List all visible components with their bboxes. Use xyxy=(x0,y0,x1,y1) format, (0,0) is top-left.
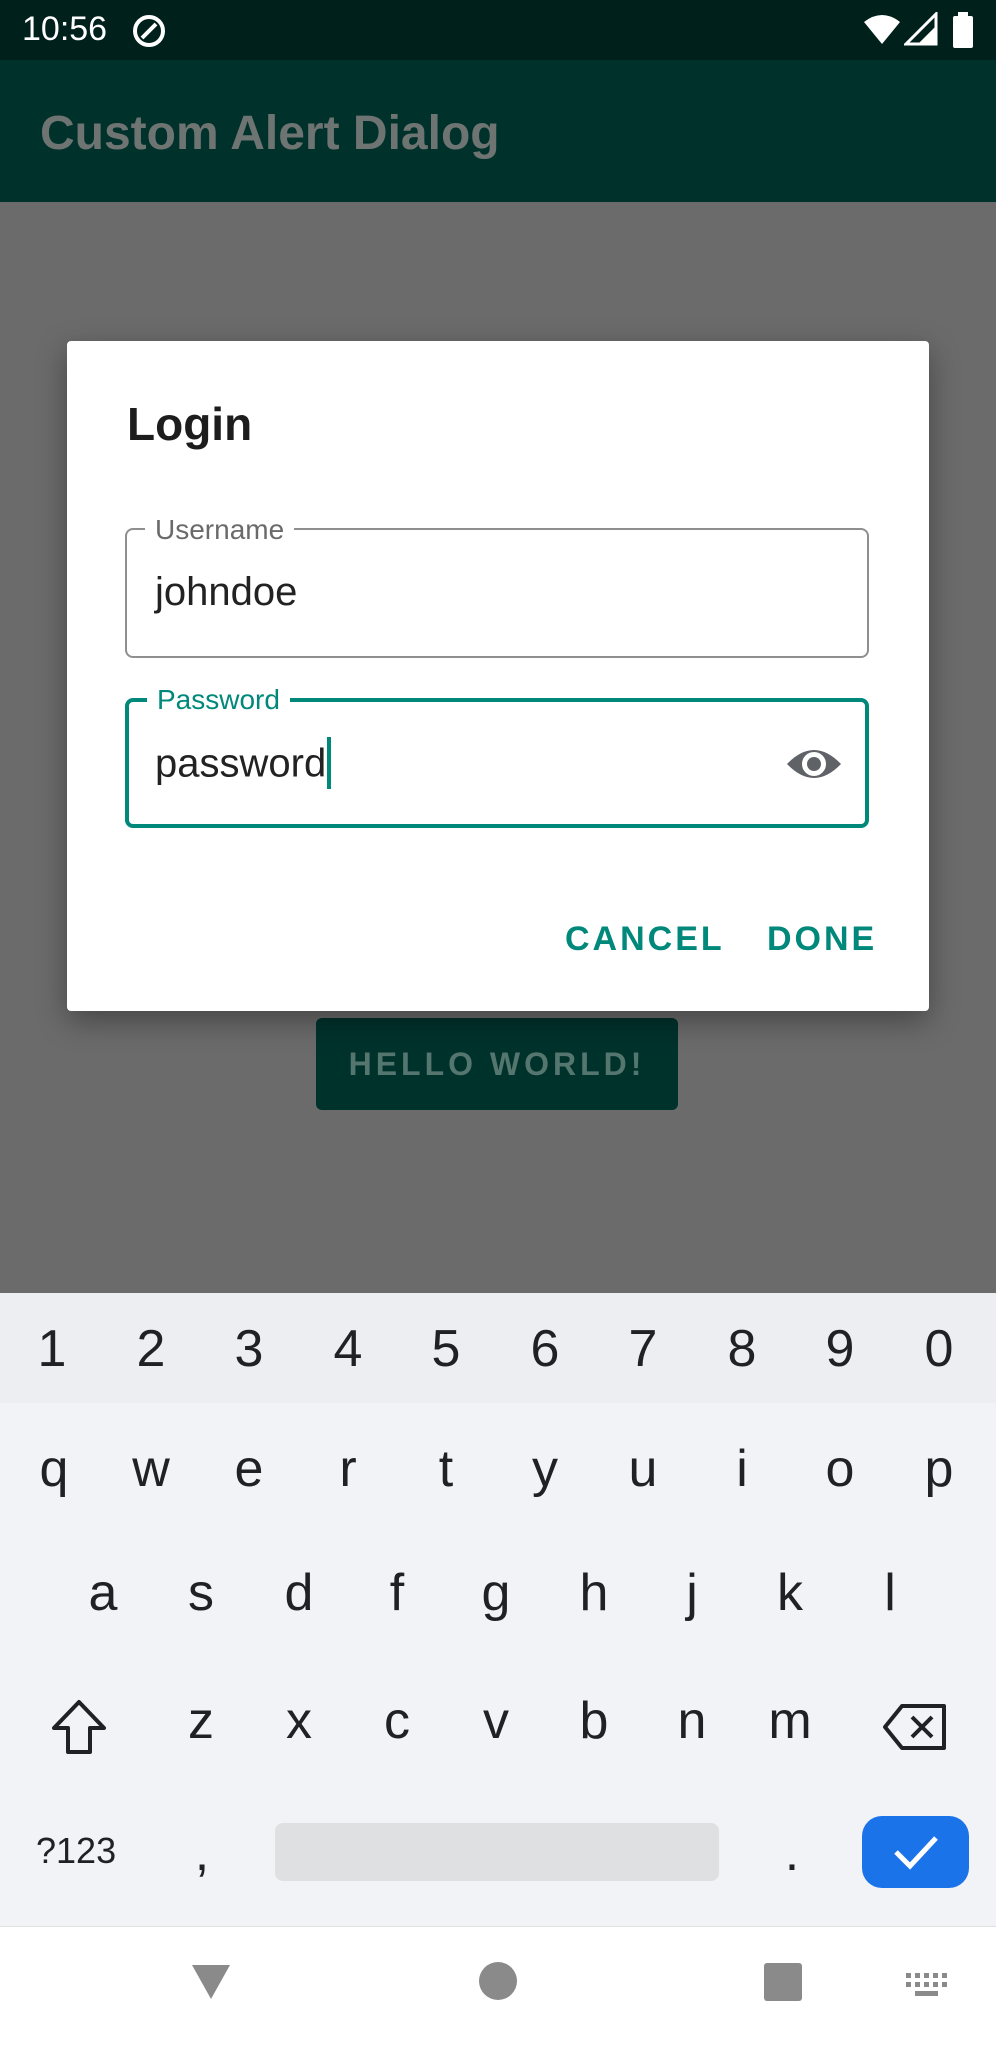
key-t[interactable]: t xyxy=(406,1439,486,1499)
key-5[interactable]: 5 xyxy=(406,1319,486,1379)
password-label: Password xyxy=(147,684,290,716)
key-m[interactable]: m xyxy=(750,1691,830,1751)
login-dialog: Login Username johndoe Password password… xyxy=(67,341,929,1011)
key-h[interactable]: h xyxy=(554,1563,634,1623)
battery-icon xyxy=(953,12,973,48)
comma-key[interactable]: , xyxy=(162,1823,242,1883)
password-value-wrap: password xyxy=(155,737,332,792)
status-time: 10:56 xyxy=(22,10,108,48)
enter-key[interactable] xyxy=(862,1816,969,1888)
key-k[interactable]: k xyxy=(750,1563,830,1623)
username-field[interactable]: Username johndoe xyxy=(125,514,869,658)
soft-keyboard: 1 2 3 4 5 6 7 8 9 0 q w e r t y u i o p … xyxy=(0,1293,996,1926)
wifi-icon xyxy=(864,15,900,44)
nav-back-icon[interactable] xyxy=(190,1963,232,2001)
check-icon xyxy=(894,1836,938,1870)
key-p[interactable]: p xyxy=(899,1439,979,1499)
key-d[interactable]: d xyxy=(259,1563,339,1623)
key-r[interactable]: r xyxy=(308,1439,388,1499)
key-4[interactable]: 4 xyxy=(308,1319,388,1379)
nav-home-icon[interactable] xyxy=(478,1961,518,2001)
done-button[interactable]: DONE xyxy=(767,920,877,959)
key-8[interactable]: 8 xyxy=(702,1319,782,1379)
app-bar: Custom Alert Dialog xyxy=(0,60,996,202)
signal-icon xyxy=(904,12,938,46)
nav-recents-icon[interactable] xyxy=(764,1963,802,2001)
status-bar: 10:56 xyxy=(0,0,996,60)
password-field[interactable]: Password password xyxy=(125,684,869,828)
password-value: password xyxy=(155,741,327,786)
cancel-button[interactable]: CANCEL xyxy=(565,920,725,959)
key-2[interactable]: 2 xyxy=(111,1319,191,1379)
key-o[interactable]: o xyxy=(800,1439,880,1499)
key-q[interactable]: q xyxy=(14,1439,94,1499)
username-label: Username xyxy=(145,514,295,546)
key-c[interactable]: c xyxy=(357,1691,437,1751)
key-l[interactable]: l xyxy=(850,1563,930,1623)
key-b[interactable]: b xyxy=(554,1691,634,1751)
text-cursor xyxy=(327,737,332,789)
key-s[interactable]: s xyxy=(161,1563,241,1623)
key-6[interactable]: 6 xyxy=(505,1319,585,1379)
key-i[interactable]: i xyxy=(702,1439,782,1499)
key-y[interactable]: y xyxy=(505,1439,585,1499)
key-u[interactable]: u xyxy=(603,1439,683,1499)
key-e[interactable]: e xyxy=(209,1439,289,1499)
key-f[interactable]: f xyxy=(357,1563,437,1623)
period-key[interactable]: . xyxy=(752,1823,832,1883)
key-g[interactable]: g xyxy=(456,1563,536,1623)
key-1[interactable]: 1 xyxy=(12,1319,92,1379)
key-0[interactable]: 0 xyxy=(899,1319,979,1379)
shift-icon[interactable] xyxy=(50,1698,108,1756)
key-n[interactable]: n xyxy=(652,1691,732,1751)
hello-world-button[interactable]: HELLO WORLD! xyxy=(316,1018,678,1110)
key-z[interactable]: z xyxy=(161,1691,241,1751)
key-x[interactable]: x xyxy=(259,1691,339,1751)
key-7[interactable]: 7 xyxy=(603,1319,683,1379)
key-w[interactable]: w xyxy=(111,1439,191,1499)
app-title: Custom Alert Dialog xyxy=(40,107,500,160)
key-j[interactable]: j xyxy=(652,1563,732,1623)
eye-icon[interactable] xyxy=(785,740,843,788)
notification-icon xyxy=(133,15,165,47)
key-9[interactable]: 9 xyxy=(800,1319,880,1379)
key-v[interactable]: v xyxy=(456,1691,536,1751)
space-key[interactable] xyxy=(275,1823,719,1881)
keyboard-icon[interactable] xyxy=(906,1973,948,2001)
key-3[interactable]: 3 xyxy=(209,1319,289,1379)
backspace-icon[interactable] xyxy=(882,1703,948,1751)
key-a[interactable]: a xyxy=(63,1563,143,1623)
username-value: johndoe xyxy=(155,570,298,614)
dialog-title: Login xyxy=(127,398,253,450)
number-row: 1 2 3 4 5 6 7 8 9 0 xyxy=(0,1293,996,1403)
navigation-bar xyxy=(0,1926,996,2049)
symbols-key[interactable]: ?123 xyxy=(36,1830,116,1872)
